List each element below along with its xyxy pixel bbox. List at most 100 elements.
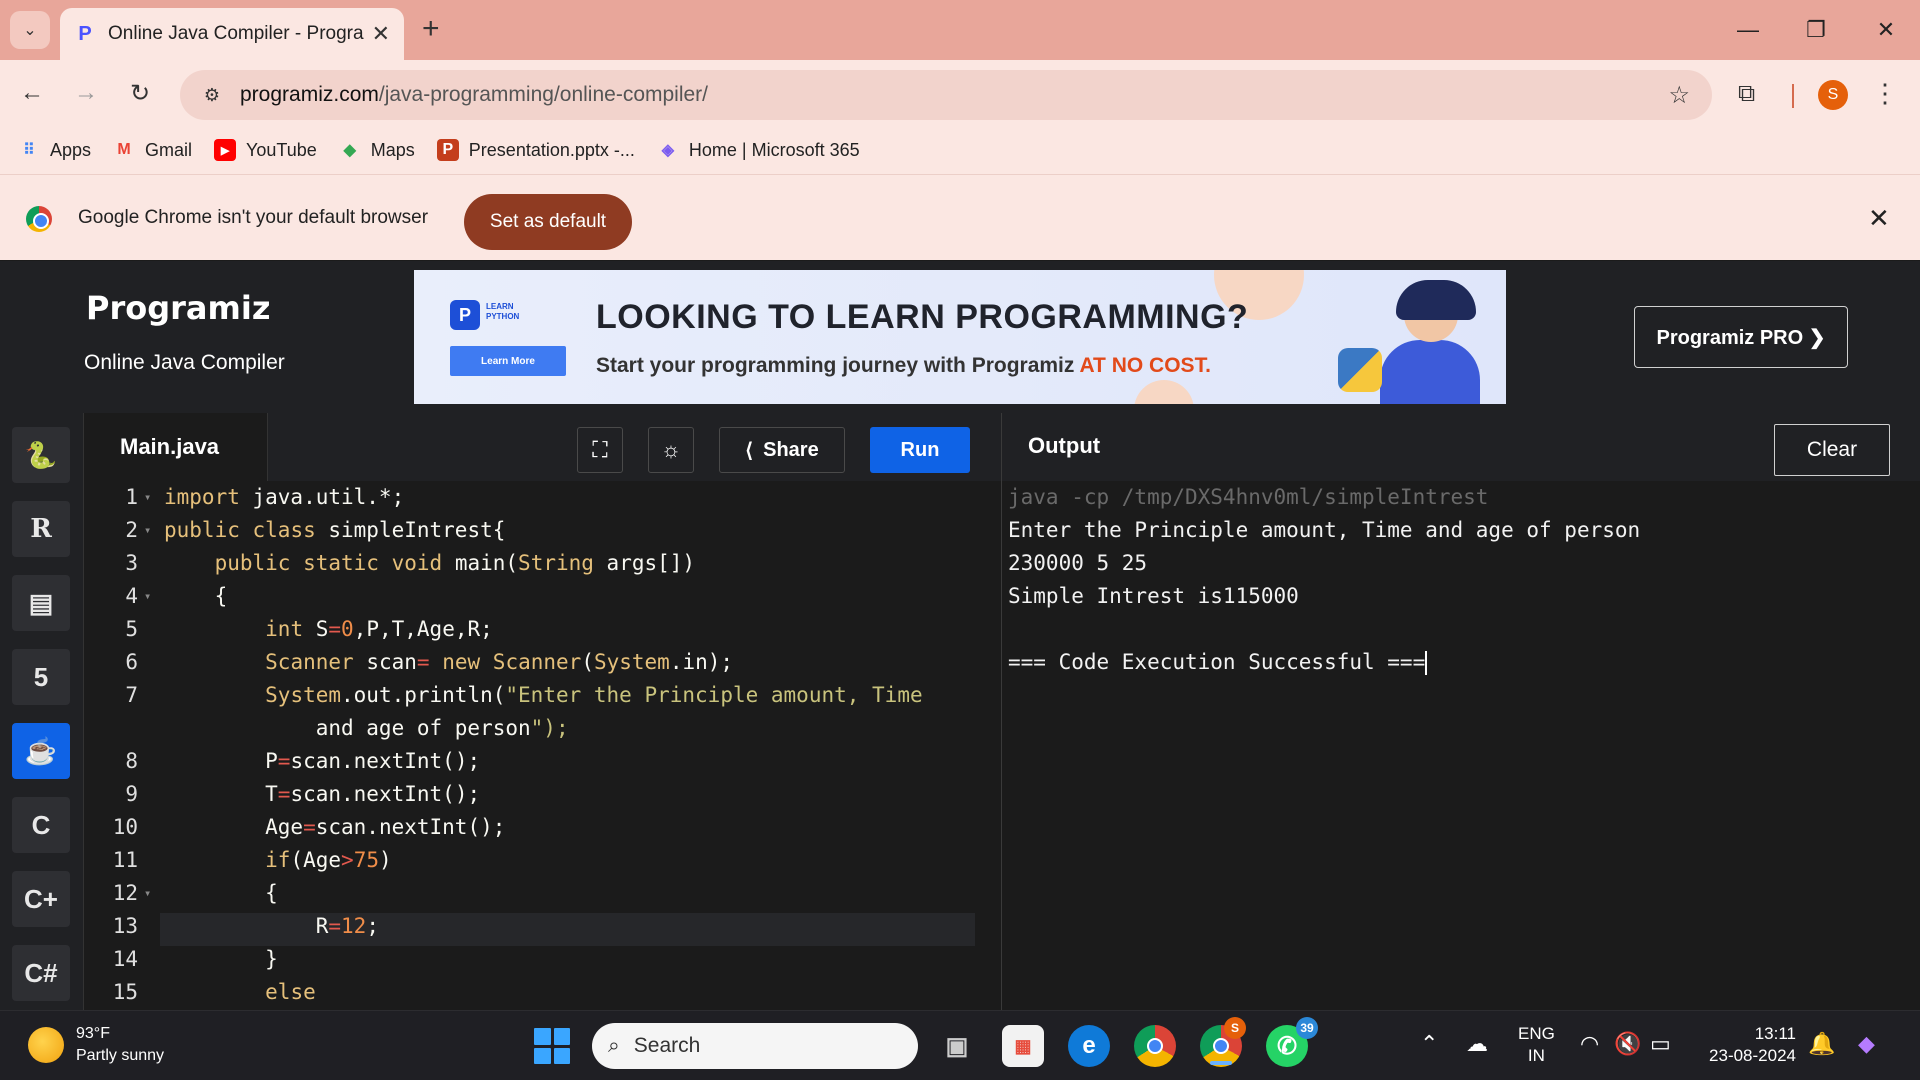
output-success-text: === Code Execution Successful ===: [1008, 650, 1426, 674]
fold-arrow-icon[interactable]: ▾: [144, 580, 151, 613]
bookmark-label: Home | Microsoft 365: [688, 139, 860, 160]
minimize-button[interactable]: —: [1720, 10, 1776, 50]
tab-search-button[interactable]: ⌄: [10, 11, 50, 49]
url-path: /java-programming/online-compiler/: [378, 83, 709, 106]
python-icon[interactable]: 🐍: [12, 427, 70, 483]
chevron-down-icon: ⌄: [23, 22, 37, 39]
back-arrow-icon[interactable]: ←: [14, 75, 50, 111]
code-text: else: [265, 980, 316, 1004]
fold-arrow-icon[interactable]: ▾: [144, 514, 151, 547]
bookmark-presentation[interactable]: P Presentation.pptx -...: [436, 139, 635, 161]
ad-banner[interactable]: P LEARN PYTHON Learn More LOOKING TO LEAR…: [414, 270, 1506, 404]
bookmark-youtube[interactable]: ▶ YouTube: [214, 139, 317, 161]
banner-illustration: [1320, 278, 1490, 404]
bookmark-maps[interactable]: ◆ Maps: [339, 139, 415, 161]
microsoft-store-icon[interactable]: ▦: [1002, 1025, 1044, 1067]
editor-header: Main.java ⛶ ☼ ⟨ Share Run: [84, 413, 1001, 481]
fold-arrow-icon[interactable]: ▾: [144, 877, 151, 910]
infobar-close-icon[interactable]: ✕: [1868, 203, 1890, 234]
java-icon[interactable]: ☕: [12, 723, 70, 779]
chrome-profile-badge: S: [1224, 1017, 1246, 1039]
output-console[interactable]: java -cp /tmp/DXS4hnv0ml/simpleIntrest E…: [1002, 481, 1920, 1010]
c-icon[interactable]: C: [12, 797, 70, 853]
code-text: {: [164, 584, 228, 608]
illustration-hair: [1396, 280, 1476, 320]
csharp-icon[interactable]: C#: [12, 945, 70, 1001]
programiz-logo[interactable]: Programiz: [86, 289, 270, 327]
bookmark-apps[interactable]: ⠿ Apps: [18, 139, 91, 161]
browser-toolbar: ← → ↻ ⚙ programiz.com/java-programming/o…: [0, 60, 1920, 126]
taskbar-search[interactable]: ⌕ Search: [592, 1023, 918, 1069]
lang-line: IN: [1527, 1046, 1545, 1065]
code-text: int S=0,P,T,Age,R;: [265, 617, 493, 641]
banner-title: LOOKING TO LEARN PROGRAMMING?: [596, 298, 1249, 336]
run-button[interactable]: Run: [870, 427, 970, 473]
reload-icon[interactable]: ↻: [122, 75, 158, 111]
browser-menu-icon[interactable]: ⋮: [1872, 78, 1898, 109]
bookmark-star-icon[interactable]: ☆: [1668, 81, 1690, 110]
text-cursor: [1425, 651, 1428, 675]
code-text: System.out.println("Enter the Principle …: [265, 683, 923, 707]
chrome-taskbar-icon[interactable]: [1134, 1025, 1176, 1067]
sql-icon[interactable]: ▤: [12, 575, 70, 631]
code-text: {: [164, 881, 278, 905]
line-number: 4: [125, 584, 138, 608]
address-bar[interactable]: ⚙ programiz.com/java-programming/online-…: [180, 70, 1712, 120]
file-tab-main-java[interactable]: Main.java: [84, 413, 268, 481]
task-view-icon[interactable]: ▣: [936, 1025, 978, 1067]
bookmark-microsoft365[interactable]: ◈ Home | Microsoft 365: [657, 139, 860, 161]
clear-button[interactable]: Clear: [1774, 424, 1890, 476]
bookmark-gmail[interactable]: M Gmail: [113, 139, 192, 161]
learn-python-badge: LEARN PYTHON: [486, 302, 519, 322]
restore-button[interactable]: ❐: [1788, 10, 1844, 50]
close-window-button[interactable]: ✕: [1858, 10, 1914, 50]
windows-start-icon[interactable]: [534, 1028, 570, 1064]
banner-subtitle-text: Start your programming journey with Prog…: [596, 354, 1080, 377]
line-number: 9: [125, 782, 138, 806]
bookmark-label: Gmail: [145, 139, 193, 160]
r-icon[interactable]: R: [12, 501, 70, 557]
code-editor[interactable]: 1 ▾ import java.util.*; 2 ▾ public class simp…: [84, 481, 1001, 1010]
profile-avatar[interactable]: S: [1818, 80, 1848, 110]
close-tab-icon[interactable]: ✕: [372, 21, 390, 47]
url-host: programiz.com: [240, 83, 379, 106]
share-button[interactable]: ⟨ Share: [719, 427, 845, 473]
gmail-icon: M: [117, 141, 131, 158]
line-number: 12: [112, 881, 138, 905]
volume-muted-icon[interactable]: 🔇: [1614, 1031, 1641, 1057]
youtube-icon: ▶: [214, 139, 237, 161]
illustration-body: [1380, 340, 1480, 404]
new-tab-button[interactable]: +: [422, 14, 440, 44]
system-clock[interactable]: 13:11 23-08-2024: [1700, 1023, 1796, 1067]
code-text: public class simpleIntrest{: [164, 518, 506, 542]
programiz-pro-button[interactable]: Programiz PRO ❯: [1634, 306, 1848, 368]
cpp-icon[interactable]: C+: [12, 871, 70, 927]
weather-widget[interactable]: 93°F Partly sunny: [28, 1023, 164, 1067]
edge-icon[interactable]: e: [1068, 1025, 1110, 1067]
learn-more-button[interactable]: Learn More: [450, 346, 566, 376]
line-number: 13: [112, 914, 138, 938]
onedrive-cloud-icon[interactable]: ☁: [1466, 1031, 1488, 1057]
battery-icon[interactable]: ▭: [1650, 1031, 1671, 1057]
learn-python-card: P LEARN PYTHON Learn More: [440, 288, 566, 384]
set-default-button[interactable]: Set as default: [464, 194, 632, 250]
line-number: 14: [112, 947, 138, 971]
html5-icon[interactable]: 5: [12, 649, 70, 705]
fullscreen-icon[interactable]: ⛶: [577, 427, 623, 473]
copilot-icon[interactable]: ◆: [1858, 1031, 1875, 1057]
badge-line: LEARN: [486, 302, 514, 311]
line-number: 5: [125, 617, 138, 641]
whatsapp-icon[interactable]: ✆ 39: [1266, 1017, 1318, 1067]
chevron-up-icon[interactable]: ⌃: [1420, 1031, 1438, 1057]
browser-tab[interactable]: P Online Java Compiler - Program ✕: [60, 8, 404, 60]
theme-toggle-sun-icon[interactable]: ☼: [648, 427, 694, 473]
extensions-icon[interactable]: ⧉: [1738, 80, 1755, 108]
site-settings-icon[interactable]: ⚙: [198, 81, 226, 109]
forward-arrow-icon[interactable]: →: [68, 75, 104, 111]
banner-subtitle: Start your programming journey with Prog…: [596, 354, 1211, 378]
wifi-icon[interactable]: ◠: [1580, 1031, 1599, 1057]
fold-arrow-icon[interactable]: ▾: [144, 481, 151, 514]
language-indicator[interactable]: ENG IN: [1518, 1023, 1555, 1067]
bookmark-label: Maps: [370, 139, 415, 160]
notification-bell-icon[interactable]: 🔔: [1808, 1031, 1835, 1057]
